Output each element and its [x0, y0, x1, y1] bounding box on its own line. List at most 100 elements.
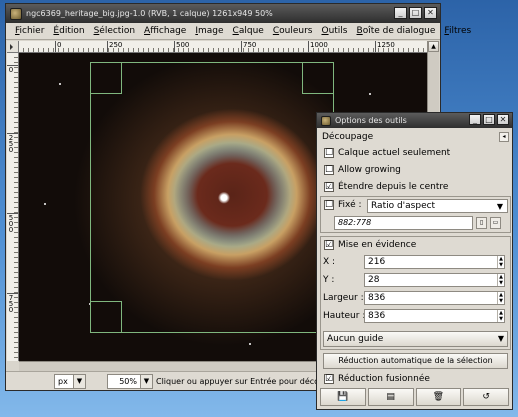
- menu-calque[interactable]: Calque: [233, 26, 264, 36]
- dock-minimize-button[interactable]: _: [469, 114, 481, 125]
- fixed-checkbox[interactable]: ☐: [324, 200, 334, 210]
- hruler-label: 750: [243, 41, 257, 49]
- dock-close-button[interactable]: ✕: [497, 114, 509, 125]
- allow-growing-checkbox[interactable]: ☐: [324, 165, 334, 175]
- hruler-label: 1250: [377, 41, 395, 49]
- allow-growing-label: Allow growing: [338, 165, 401, 175]
- hruler-tick: [375, 41, 376, 52]
- spin-arrows-icon[interactable]: ▲ ▼: [497, 292, 504, 304]
- zoom-selector[interactable]: 50% ▼: [107, 373, 153, 389]
- vertical-ruler[interactable]: 0 250 500 750: [7, 53, 19, 361]
- gimp-app-icon: [10, 7, 22, 20]
- dock-maximize-button[interactable]: □: [483, 114, 495, 125]
- x-input[interactable]: 216 ▲ ▼: [364, 255, 505, 269]
- hruler-tick: [174, 41, 175, 52]
- chevron-down-icon: ▼: [140, 374, 152, 388]
- x-value: 216: [368, 257, 386, 267]
- vruler-label: 250: [8, 134, 14, 154]
- hruler-tick: [55, 41, 56, 52]
- fixed-label: Fixé :: [338, 200, 362, 210]
- aspect-ratio-input[interactable]: 882:778: [334, 216, 473, 230]
- y-value: 28: [368, 275, 380, 285]
- guides-select[interactable]: Aucun guide ▼: [323, 331, 508, 347]
- hruler-label: 500: [176, 41, 190, 49]
- current-layer-only-label: Calque actuel seulement: [338, 148, 451, 158]
- tool-options-dock: Options des outils _ □ ✕ Découpage ◂ ☐ C…: [316, 112, 513, 410]
- ruler-corner-menu-button[interactable]: [7, 41, 19, 53]
- chevron-down-icon: ▼: [73, 374, 85, 388]
- highlight-option[interactable]: ☑ Mise en évidence: [320, 240, 509, 250]
- width-label: Largeur :: [323, 293, 364, 303]
- star: [369, 93, 371, 95]
- save-icon: 💾: [337, 392, 349, 402]
- y-input[interactable]: 28 ▲ ▼: [364, 273, 505, 287]
- menu-affichage[interactable]: Affichage: [144, 26, 186, 36]
- expand-from-center-label: Étendre depuis le centre: [338, 182, 449, 192]
- hruler-label: 250: [109, 41, 123, 49]
- image-window-titlebar[interactable]: ngc6369_heritage_big.jpg-1.0 (RVB, 1 cal…: [6, 4, 440, 23]
- tab-decoupage[interactable]: Découpage ◂: [320, 130, 509, 144]
- shrink-merged-option[interactable]: ☑ Réduction fusionnée: [320, 374, 509, 384]
- menu-boite-de-dialogue[interactable]: Boîte de dialogue: [357, 26, 436, 36]
- menu-image[interactable]: Image: [195, 26, 223, 36]
- expand-from-center-option[interactable]: ☑ Étendre depuis le centre: [320, 182, 509, 192]
- dock-titlebar[interactable]: Options des outils _ □ ✕: [317, 113, 512, 128]
- current-layer-only-option[interactable]: ☐ Calque actuel seulement: [320, 148, 509, 158]
- star: [249, 343, 251, 345]
- height-input[interactable]: 836 ▲ ▼: [364, 309, 505, 323]
- fixed-mode-select[interactable]: Ratio d'aspect ▼: [367, 199, 508, 213]
- star: [44, 203, 46, 205]
- spin-arrows-icon[interactable]: ▲ ▼: [497, 256, 504, 268]
- y-label: Y :: [323, 275, 335, 285]
- dock-title: Options des outils: [335, 116, 407, 125]
- auto-shrink-button[interactable]: Réduction automatique de la sélection: [323, 353, 508, 369]
- height-label: Hauteur :: [323, 311, 366, 321]
- hruler-tick: [107, 41, 108, 52]
- spin-arrows-icon[interactable]: ▲ ▼: [497, 274, 504, 286]
- tab-menu-icon[interactable]: ◂: [499, 132, 509, 142]
- highlight-checkbox[interactable]: ☑: [324, 240, 334, 250]
- vruler-label: 0: [8, 66, 14, 74]
- menubar: Fichier Édition Sélection Affichage Imag…: [6, 23, 471, 40]
- menu-outils[interactable]: Outils: [321, 26, 347, 36]
- current-layer-only-checkbox[interactable]: ☐: [324, 148, 334, 158]
- highlight-label: Mise en évidence: [338, 240, 417, 250]
- delete-options-button[interactable]: 🗑: [415, 388, 462, 406]
- zoom-value: 50%: [119, 376, 137, 386]
- restore-options-button[interactable]: ▤: [367, 388, 414, 406]
- vruler-label: 750: [8, 294, 14, 314]
- expand-from-center-checkbox[interactable]: ☑: [324, 182, 334, 192]
- unit-value: px: [58, 376, 68, 386]
- restore-icon: ▤: [386, 392, 395, 402]
- menu-couleurs[interactable]: Couleurs: [273, 26, 313, 36]
- dock-app-icon: [321, 115, 331, 126]
- x-label: X :: [323, 257, 336, 267]
- width-input[interactable]: 836 ▲ ▼: [364, 291, 505, 305]
- menu-fichier[interactable]: Fichier: [15, 26, 44, 36]
- menu-edition[interactable]: Édition: [53, 26, 84, 36]
- tab-decoupage-label: Découpage: [322, 132, 374, 142]
- crop-rectangle[interactable]: [90, 62, 334, 333]
- horizontal-ruler[interactable]: 0 250 500 750 1000 1250: [19, 41, 427, 53]
- landscape-icon[interactable]: ▭: [490, 217, 501, 229]
- scroll-up-button[interactable]: ▲: [428, 41, 439, 52]
- maximize-button[interactable]: □: [409, 7, 422, 19]
- menu-filtres[interactable]: Filtres: [444, 26, 471, 36]
- reset-icon: ↺: [482, 392, 490, 402]
- allow-growing-option[interactable]: ☐ Allow growing: [320, 165, 509, 175]
- menu-selection[interactable]: Sélection: [94, 26, 135, 36]
- crop-handle-top-left[interactable]: [90, 62, 122, 94]
- minimize-button[interactable]: _: [394, 7, 407, 19]
- crop-handle-top-right[interactable]: [302, 62, 334, 94]
- close-button[interactable]: ✕: [424, 7, 437, 19]
- fixed-mode-value: Ratio d'aspect: [371, 201, 436, 211]
- reset-options-button[interactable]: ↺: [463, 388, 509, 406]
- guides-value: Aucun guide: [327, 334, 384, 344]
- chevron-down-icon: ▼: [496, 201, 504, 211]
- save-options-button[interactable]: 💾: [320, 388, 366, 406]
- crop-handle-bottom-left[interactable]: [90, 301, 122, 333]
- spin-arrows-icon[interactable]: ▲ ▼: [497, 310, 504, 322]
- shrink-merged-checkbox[interactable]: ☑: [324, 374, 334, 384]
- portrait-icon[interactable]: ▯: [476, 217, 487, 229]
- unit-selector[interactable]: px ▼: [54, 373, 86, 389]
